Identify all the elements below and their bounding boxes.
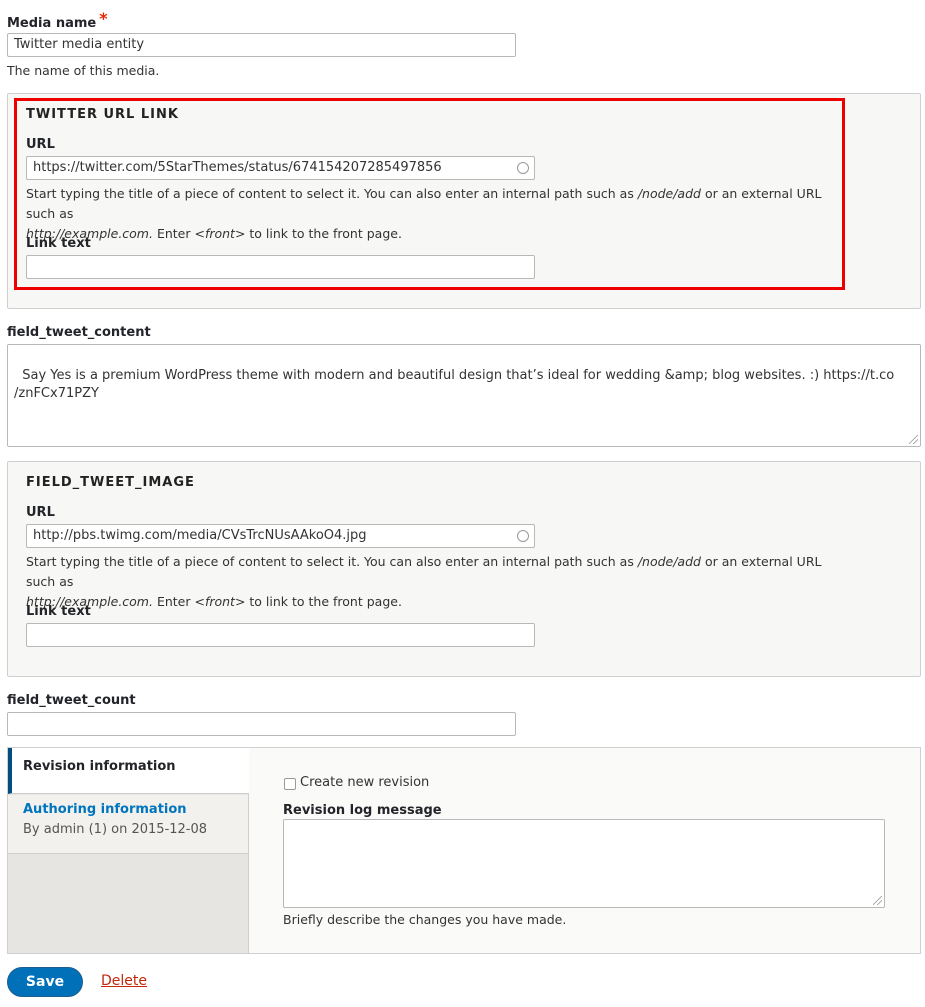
twitter-url-value: https://twitter.com/5StarThemes/status/6… [33,160,442,175]
help-text: Start typing the title of a piece of con… [26,554,638,569]
resize-grip-icon[interactable] [873,896,882,905]
tweet-image-legend: FIELD_TWEET_IMAGE [26,475,195,490]
image-link-text-label: Link text [26,604,91,619]
create-revision-label[interactable]: Create new revision [300,775,429,790]
tweet-image-url-value: http://pbs.twimg.com/media/CVsTrcNUsAAko… [33,528,367,543]
help-front: <front> [194,594,246,609]
autocomplete-throbber-icon [517,530,529,542]
tab-authoring-label[interactable]: Authoring information [23,802,187,817]
tab-revision-label: Revision information [23,759,176,774]
tweet-content-textarea[interactable]: Say Yes is a premium WordPress theme wit… [7,344,921,447]
delete-link[interactable]: Delete [101,973,147,989]
tweet-content-value: Say Yes is a premium WordPress theme wit… [14,368,895,401]
help-path: /node/add [637,186,701,201]
help-text: Enter [152,226,195,241]
create-revision-checkbox[interactable] [284,778,296,790]
tab-authoring-summary: By admin (1) on 2015-12-08 [23,822,208,837]
tab-authoring-information[interactable]: Authoring information By admin (1) on 20… [8,795,248,854]
twitter-url-input[interactable]: https://twitter.com/5StarThemes/status/6… [26,156,535,180]
tweet-image-url-input[interactable]: http://pbs.twimg.com/media/CVsTrcNUsAAko… [26,524,535,548]
url-label: URL [26,137,55,152]
tweet-image-link-text-input[interactable] [26,623,535,647]
revision-log-description: Briefly describe the changes you have ma… [283,912,567,927]
help-text: to link to the front page. [245,226,402,241]
resize-grip-icon[interactable] [909,435,918,444]
help-text: Start typing the title of a piece of con… [26,186,638,201]
link-text-label: Link text [26,236,91,251]
help-text: to link to the front page. [245,594,402,609]
media-name-input[interactable]: Twitter media entity [7,33,516,57]
twitter-url-link-legend: TWITTER URL LINK [26,107,179,122]
media-name-label: Media name * [7,9,108,31]
required-mark: * [99,9,108,28]
revision-log-label: Revision log message [283,803,442,818]
tweet-content-label: field_tweet_content [7,325,151,340]
help-path: /node/add [637,554,701,569]
autocomplete-throbber-icon [517,162,529,174]
help-front: <front> [194,226,246,241]
save-button[interactable]: Save [7,967,83,997]
twitter-link-text-input[interactable] [26,255,535,279]
help-text: Enter [152,594,195,609]
tweet-image-help: Start typing the title of a piece of con… [26,552,841,612]
tweet-count-label: field_tweet_count [7,693,136,708]
tweet-count-input[interactable] [7,712,516,736]
tab-revision-information[interactable]: Revision information [8,748,249,794]
revision-log-textarea[interactable] [283,819,885,908]
media-name-description: The name of this media. [7,63,160,78]
twitter-url-help: Start typing the title of a piece of con… [26,184,841,244]
media-name-label-text: Media name [7,16,97,31]
image-url-label: URL [26,505,55,520]
